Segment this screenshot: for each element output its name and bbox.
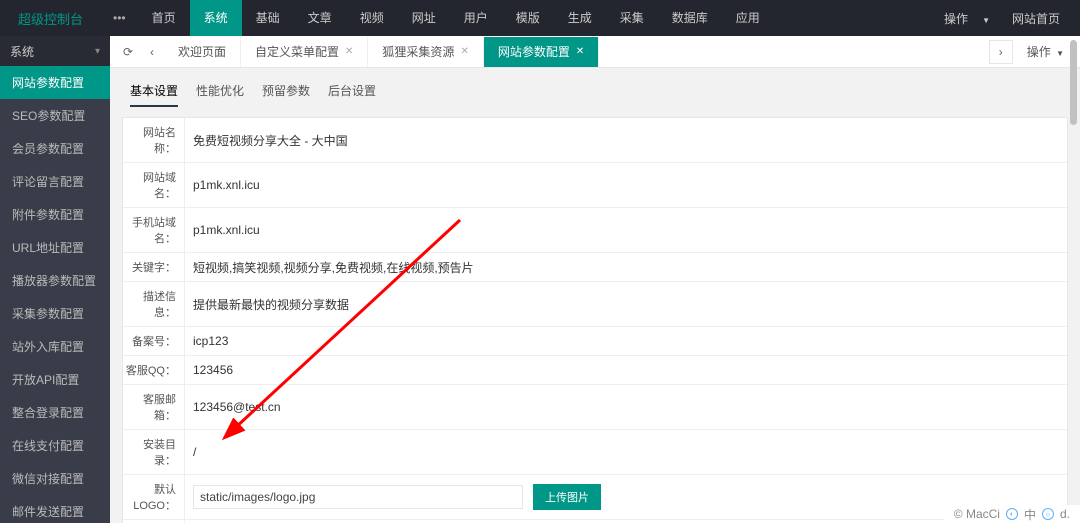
close-icon[interactable]: ✕ — [460, 37, 468, 67]
label-mobile-domain: 手机站域名： — [123, 208, 185, 252]
top-nav: 首页系统基础文章视频网址用户模版生成采集数据库应用 — [138, 0, 774, 36]
brand: 超级控制台 — [0, 9, 101, 28]
subtab[interactable]: 基本设置 — [130, 82, 178, 107]
label-site-domain: 网站域名： — [123, 163, 185, 207]
label-install: 安装目录： — [123, 430, 185, 474]
sidebar-item[interactable]: 开放API配置 — [0, 363, 110, 396]
topnav-基础[interactable]: 基础 — [242, 0, 294, 36]
subtab[interactable]: 预留参数 — [262, 82, 310, 107]
topnav-网址[interactable]: 网址 — [398, 0, 450, 36]
sidebar-item[interactable]: 会员参数配置 — [0, 132, 110, 165]
refresh-icon[interactable]: ⟳ — [116, 40, 140, 64]
label-qq: 客服QQ： — [123, 356, 185, 384]
more-icon[interactable]: ••• — [101, 11, 138, 25]
sidebar-header[interactable]: 系统 ▾ — [0, 36, 110, 66]
sidebar-item[interactable]: 附件参数配置 — [0, 198, 110, 231]
input-logo[interactable] — [193, 485, 523, 509]
topnav-生成[interactable]: 生成 — [554, 0, 606, 36]
chevron-down-icon: ▾ — [95, 46, 100, 57]
sidebar-list: 网站参数配置SEO参数配置会员参数配置评论留言配置附件参数配置URL地址配置播放… — [0, 66, 110, 523]
label-icp: 备案号： — [123, 327, 185, 355]
tab-next[interactable]: › — [989, 40, 1013, 64]
topnav-用户[interactable]: 用户 — [450, 0, 502, 36]
topnav-首页[interactable]: 首页 — [138, 0, 190, 36]
topnav-系统[interactable]: 系统 — [190, 0, 242, 36]
sidebar-item[interactable]: 微信对接配置 — [0, 462, 110, 495]
topnav-采集[interactable]: 采集 — [606, 0, 658, 36]
val-install: / — [193, 445, 196, 459]
sidebar-item[interactable]: 整合登录配置 — [0, 396, 110, 429]
form-panel: 网站名称： 免费短视频分享大全 - 大中国 网站域名： p1mk.xnl.icu… — [122, 117, 1068, 523]
val-desc: 提供最新最快的视频分享数据 — [193, 296, 349, 313]
topnav-模版[interactable]: 模版 — [502, 0, 554, 36]
label-email: 客服邮箱： — [123, 385, 185, 429]
subtab[interactable]: 后台设置 — [328, 82, 376, 107]
sidebar-item[interactable]: 播放器参数配置 — [0, 264, 110, 297]
tab[interactable]: 自定义菜单配置✕ — [241, 37, 368, 67]
tab-prev[interactable]: ‹ — [140, 40, 164, 64]
label-keywords: 关键字： — [123, 253, 185, 281]
val-icp: icp123 — [193, 334, 228, 348]
sidebar-item[interactable]: 网站参数配置 — [0, 66, 110, 99]
tab[interactable]: 狐狸采集资源✕ — [368, 37, 483, 67]
subtabs: 基本设置性能优化预留参数后台设置 — [122, 76, 1068, 117]
topnav-视频[interactable]: 视频 — [346, 0, 398, 36]
val-mobile-domain: p1mk.xnl.icu — [193, 223, 260, 237]
close-icon[interactable]: ✕ — [345, 37, 353, 67]
label-site-name: 网站名称： — [123, 118, 185, 162]
sidebar-item[interactable]: URL地址配置 — [0, 231, 110, 264]
label-desc: 描述信息： — [123, 282, 185, 326]
subtab[interactable]: 性能优化 — [196, 82, 244, 107]
scrollbar[interactable] — [1066, 36, 1080, 505]
tabs: 欢迎页面自定义菜单配置✕狐狸采集资源✕网站参数配置✕ — [164, 37, 989, 67]
topnav-数据库[interactable]: 数据库 — [658, 0, 722, 36]
topnav-应用[interactable]: 应用 — [722, 0, 774, 36]
sidebar-item[interactable]: 邮件发送配置 — [0, 495, 110, 523]
close-icon[interactable]: ✕ — [576, 37, 584, 67]
sidebar-item[interactable]: 在线支付配置 — [0, 429, 110, 462]
sidebar-title: 系统 — [10, 43, 34, 60]
footer-icon[interactable]: ◐ — [1006, 508, 1018, 520]
top-op[interactable]: 操作▼ — [932, 10, 1002, 27]
tab[interactable]: 欢迎页面 — [164, 37, 241, 67]
topnav-文章[interactable]: 文章 — [294, 0, 346, 36]
val-keywords: 短视频,搞笑视频,视频分享,免费视频,在线视频,预告片 — [193, 259, 474, 276]
top-site-home[interactable]: 网站首页 — [1006, 10, 1066, 27]
tab[interactable]: 网站参数配置✕ — [484, 37, 599, 67]
sidebar-item[interactable]: 采集参数配置 — [0, 297, 110, 330]
val-site-domain: p1mk.xnl.icu — [193, 178, 260, 192]
footer-icon2[interactable]: ☼ — [1042, 508, 1054, 520]
label-logo: 默认LOGO： — [123, 475, 185, 519]
sidebar-item[interactable]: 评论留言配置 — [0, 165, 110, 198]
sidebar-item[interactable]: 站外入库配置 — [0, 330, 110, 363]
footer: © MacCi ◐ 中 ☼ d. — [944, 505, 1080, 523]
val-site-name: 免费短视频分享大全 - 大中国 — [193, 132, 348, 149]
val-email: 123456@test.cn — [193, 400, 281, 414]
upload-logo-button[interactable]: 上传图片 — [533, 484, 601, 510]
sidebar-item[interactable]: SEO参数配置 — [0, 99, 110, 132]
val-qq: 123456 — [193, 363, 233, 377]
